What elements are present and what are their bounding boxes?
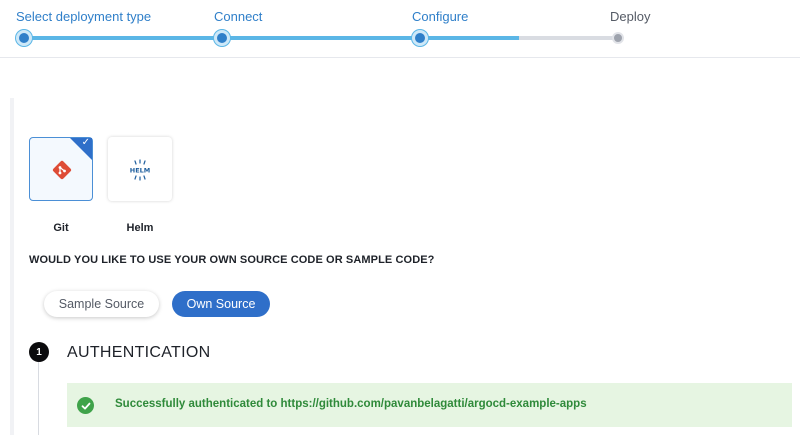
git-label: Git (53, 222, 69, 234)
helm-label: Helm (126, 222, 154, 234)
success-check-icon (77, 397, 94, 414)
content-edge (10, 98, 14, 435)
step-label-connect[interactable]: Connect (214, 9, 262, 24)
git-icon (51, 159, 73, 186)
step-label-deploy: Deploy (610, 9, 651, 24)
deployment-type-git-tile[interactable]: ✓ (29, 137, 93, 201)
step-track-2 (222, 36, 420, 40)
step-dot-deploy (612, 32, 624, 44)
own-source-button[interactable]: Own Source (172, 291, 270, 317)
step-dot-configure[interactable] (412, 30, 428, 46)
step-dot-connect[interactable] (214, 30, 230, 46)
step-dot-select-deployment-type[interactable] (16, 30, 32, 46)
step-track-1 (24, 36, 222, 40)
step-track-3-progress (420, 36, 519, 40)
source-question: WOULD YOU LIKE TO USE YOUR OWN SOURCE CO… (29, 254, 435, 266)
authentication-success-banner: Successfully authenticated to https://gi… (67, 383, 792, 427)
deployment-type-helm-tile[interactable]: HELM (108, 137, 172, 201)
step-label-select-deployment-type[interactable]: Select deployment type (16, 9, 151, 24)
step-label-configure[interactable]: Configure (412, 9, 468, 24)
sample-source-button[interactable]: Sample Source (44, 291, 159, 317)
check-icon: ✓ (81, 137, 90, 148)
helm-icon: HELM (126, 159, 154, 186)
svg-text:HELM: HELM (130, 167, 151, 175)
authentication-title: AUTHENTICATION (67, 344, 211, 361)
step-connector-line (38, 362, 39, 435)
authentication-step-number: 1 (29, 342, 49, 362)
deployment-stepper: Select deployment type Connect Configure… (0, 0, 800, 58)
authentication-success-message: Successfully authenticated to https://gi… (115, 398, 587, 410)
